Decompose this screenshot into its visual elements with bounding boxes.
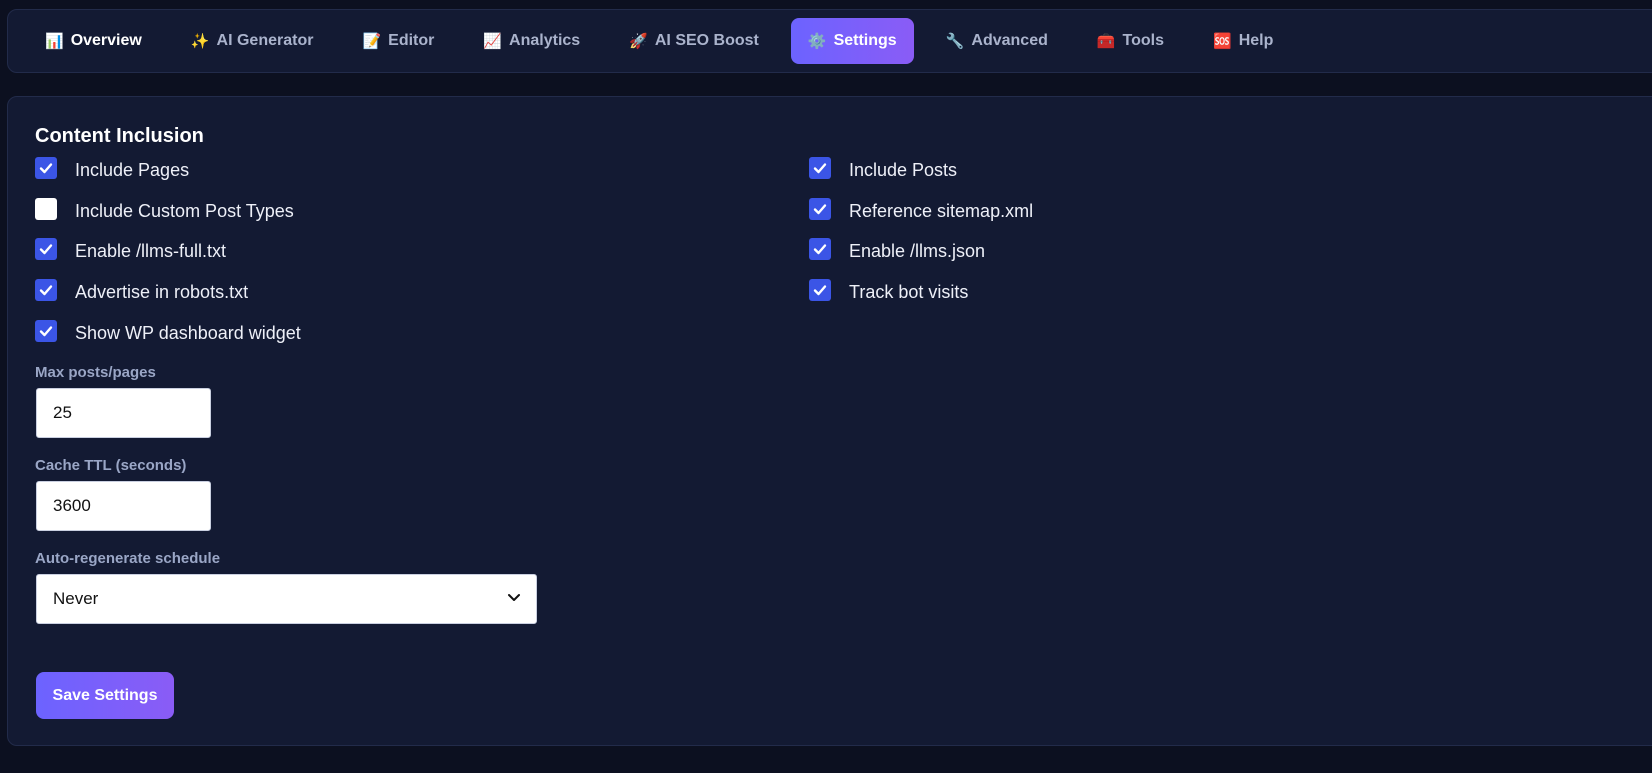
option-label: Advertise in robots.txt (75, 281, 249, 302)
tab-label: Help (1238, 32, 1274, 49)
check-icon (39, 285, 53, 296)
option-label: Reference sitemap.xml (849, 200, 1034, 221)
track-bot-visits-checkbox[interactable] (809, 279, 831, 301)
bar-chart-icon: 📊 (45, 33, 64, 50)
enable-llms-full-checkbox[interactable] (35, 238, 57, 260)
option-advertise-robots[interactable]: Advertise in robots.txt (35, 279, 249, 303)
tab-tools[interactable]: 🧰 Tools (1080, 18, 1181, 64)
wrench-icon: 🔧 (945, 33, 965, 50)
memo-icon: 📝 (362, 33, 382, 50)
option-include-custom-post-types[interactable]: Include Custom Post Types (35, 198, 294, 222)
option-enable-llms-json[interactable]: Enable /llms.json (809, 238, 986, 262)
include-custom-post-types-checkbox[interactable] (35, 198, 57, 220)
tab-label: Settings (833, 32, 897, 49)
schedule-selected-value: Never (53, 589, 99, 608)
rocket-icon: 🚀 (629, 33, 648, 50)
save-settings-button[interactable]: Save Settings (36, 672, 174, 719)
check-icon (39, 244, 53, 255)
option-label: Enable /llms.json (849, 240, 986, 261)
tab-analytics[interactable]: 📈 Analytics (466, 18, 597, 64)
tab-ai-seo-boost[interactable]: 🚀 AI SEO Boost (612, 18, 776, 64)
trend-chart-icon: 📈 (483, 33, 503, 50)
gear-icon: ⚙️ (807, 33, 827, 50)
option-enable-llms-full[interactable]: Enable /llms-full.txt (35, 238, 227, 262)
max-posts-label: Max posts/pages (35, 364, 156, 381)
check-icon (39, 326, 53, 337)
tab-advanced[interactable]: 🔧 Advanced (929, 18, 1065, 64)
sparkles-icon: ✨ (190, 33, 210, 50)
option-include-pages[interactable]: Include Pages (35, 157, 190, 181)
tab-settings[interactable]: ⚙️ Settings (790, 18, 914, 64)
option-label: Include Custom Post Types (75, 200, 294, 221)
cache-ttl-input[interactable] (36, 481, 211, 531)
tab-overview[interactable]: 📊 Overview (28, 18, 159, 64)
schedule-select[interactable]: Never (36, 574, 537, 624)
option-label: Enable /llms-full.txt (75, 240, 227, 261)
check-icon (813, 163, 827, 174)
tab-help[interactable]: 🆘 Help (1196, 18, 1290, 64)
tab-ai-generator[interactable]: ✨ AI Generator (174, 18, 331, 64)
max-posts-input[interactable] (36, 388, 211, 438)
option-include-posts[interactable]: Include Posts (809, 157, 958, 181)
section-title: Content Inclusion (35, 125, 204, 147)
option-label: Track bot visits (849, 281, 969, 302)
check-icon (813, 204, 827, 215)
option-label: Show WP dashboard widget (75, 322, 301, 343)
tab-label: Advanced (971, 32, 1048, 49)
option-dashboard-widget[interactable]: Show WP dashboard widget (35, 320, 301, 344)
include-posts-checkbox[interactable] (809, 157, 831, 179)
schedule-label: Auto-regenerate schedule (35, 550, 221, 567)
tab-label: AI SEO Boost (654, 32, 759, 49)
toolbox-icon: 🧰 (1096, 33, 1116, 50)
check-icon (39, 163, 53, 174)
tab-label: Editor (388, 32, 435, 49)
option-label: Include Pages (75, 159, 190, 180)
tab-label: Overview (70, 32, 142, 49)
tab-label: Analytics (509, 32, 581, 49)
tab-editor[interactable]: 📝 Editor (345, 18, 451, 64)
reference-sitemap-checkbox[interactable] (809, 198, 831, 220)
check-icon (813, 285, 827, 296)
check-icon (813, 244, 827, 255)
sos-icon: 🆘 (1213, 33, 1232, 50)
option-reference-sitemap[interactable]: Reference sitemap.xml (809, 198, 1034, 222)
advertise-robots-checkbox[interactable] (35, 279, 57, 301)
chevron-down-icon (506, 589, 522, 610)
tab-bar: 📊 Overview ✨ AI Generator 📝 Editor 📈 Ana… (7, 9, 1652, 73)
dashboard-widget-checkbox[interactable] (35, 320, 57, 342)
cache-ttl-label: Cache TTL (seconds) (35, 457, 187, 474)
include-pages-checkbox[interactable] (35, 157, 57, 179)
enable-llms-json-checkbox[interactable] (809, 238, 831, 260)
option-label: Include Posts (849, 159, 958, 180)
settings-panel: Content Inclusion Include Pages Include … (7, 96, 1652, 746)
tab-label: AI Generator (216, 32, 314, 49)
tab-label: Tools (1122, 32, 1165, 49)
option-track-bot-visits[interactable]: Track bot visits (809, 279, 969, 303)
